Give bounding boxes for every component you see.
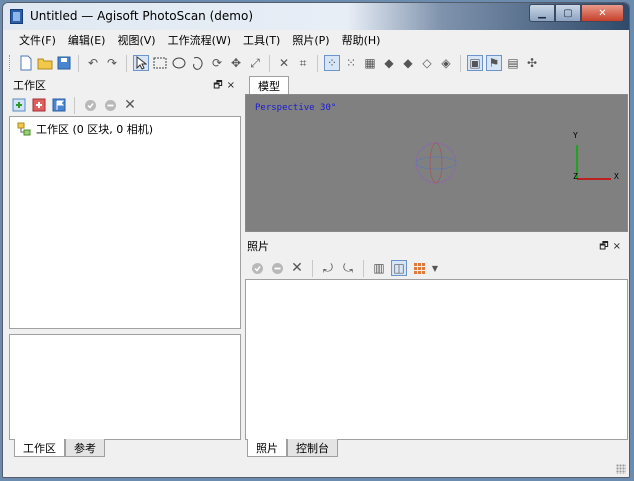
photos-panel-title: 照片: [247, 240, 269, 253]
resize-grip-icon[interactable]: [616, 464, 626, 474]
menu-tools[interactable]: 工具(T): [237, 32, 286, 48]
model-textured-icon[interactable]: ◈: [438, 55, 454, 71]
menu-photos[interactable]: 照片(P): [286, 32, 335, 48]
menu-view[interactable]: 视图(V): [111, 32, 161, 48]
model-wireframe-icon[interactable]: ◇: [419, 55, 435, 71]
photoscan-app-icon: [10, 9, 23, 24]
filter-photos-icon[interactable]: ▥: [371, 260, 387, 276]
axis-x-label: X: [614, 172, 619, 181]
float-panel-icon[interactable]: 🗗: [213, 80, 226, 91]
photos-panel-header: 照片 🗗×: [243, 237, 629, 255]
photos-list[interactable]: [245, 279, 628, 440]
toolbar-separator: [363, 259, 364, 277]
enable-photo-icon[interactable]: [249, 260, 265, 276]
toolbar-grip[interactable]: [9, 55, 12, 71]
tab-console[interactable]: 控制台: [287, 439, 338, 457]
point-cloud-icon[interactable]: ⁘: [324, 55, 340, 71]
toolbar-separator: [317, 54, 318, 72]
show-markers-icon[interactable]: ⚑: [486, 55, 502, 71]
view-mode-icon[interactable]: [411, 260, 427, 276]
disable-icon[interactable]: [102, 97, 118, 113]
navigation-cursor-icon[interactable]: [133, 55, 149, 71]
close-button[interactable]: ✕: [581, 4, 624, 22]
dense-cloud-classes-icon[interactable]: ▦: [362, 55, 378, 71]
scale-object-icon[interactable]: ⤢: [247, 55, 263, 71]
model-viewport[interactable]: Perspective 30° Y X Z: [245, 94, 628, 232]
trackball-icon: [415, 142, 457, 184]
delete-selection-icon[interactable]: ✕: [276, 55, 292, 71]
maximize-button[interactable]: ▢: [555, 4, 581, 22]
toolbar-separator: [460, 54, 461, 72]
new-file-icon[interactable]: [18, 55, 34, 71]
photos-panel-controls: 🗗×: [599, 239, 625, 256]
dropdown-arrow-icon[interactable]: ▼: [431, 260, 439, 276]
menu-workflow[interactable]: 工作流程(W): [162, 32, 237, 48]
workspace-secondary-pane: [9, 334, 241, 440]
toolbar-separator: [74, 96, 75, 114]
open-folder-icon[interactable]: [37, 55, 53, 71]
toolbar-separator: [78, 54, 79, 72]
enable-icon[interactable]: [82, 97, 98, 113]
photos-toolbar: ✕ ⤾ ⤿ ▥ ◫ ▼: [249, 258, 439, 278]
tab-reference[interactable]: 参考: [65, 439, 105, 457]
rectangle-selection-icon[interactable]: [152, 55, 168, 71]
menu-file[interactable]: 文件(F): [13, 32, 62, 48]
show-masks-icon[interactable]: ◫: [391, 260, 407, 276]
workspace-tree: 工作区 (0 区块, 0 相机): [9, 116, 241, 329]
circle-selection-icon[interactable]: [171, 55, 187, 71]
show-cameras-icon[interactable]: ▣: [467, 55, 483, 71]
add-markers-icon[interactable]: [51, 97, 67, 113]
tab-photos[interactable]: 照片: [247, 439, 287, 457]
workspace-tree-icon: [16, 121, 32, 137]
workspace-panel-controls: 🗗×: [213, 78, 239, 95]
app-window: Untitled — Agisoft PhotoScan (demo) ▁ ▢ …: [2, 2, 630, 478]
model-solid-icon[interactable]: ◆: [400, 55, 416, 71]
redo-icon[interactable]: ↷: [104, 55, 120, 71]
workspace-panel-header: 工作区 🗗×: [9, 76, 243, 94]
tab-workspace[interactable]: 工作区: [14, 439, 65, 457]
axis-z-label: Z: [573, 172, 578, 181]
float-panel-icon[interactable]: 🗗: [599, 241, 612, 252]
toolbar-separator: [269, 54, 270, 72]
rotate-right-icon[interactable]: ⤾: [320, 260, 336, 276]
remove-photo-icon[interactable]: ✕: [289, 260, 305, 276]
toolbar-separator: [126, 54, 127, 72]
tree-item-workspace[interactable]: 工作区 (0 区块, 0 相机): [16, 121, 153, 137]
disable-photo-icon[interactable]: [269, 260, 285, 276]
window-title: Untitled — Agisoft PhotoScan (demo): [30, 9, 253, 23]
reset-view-icon[interactable]: ✣: [524, 55, 540, 71]
rotate-left-icon[interactable]: ⤿: [340, 260, 356, 276]
show-region-icon[interactable]: ▤: [505, 55, 521, 71]
rotate-object-icon[interactable]: ⟳: [209, 55, 225, 71]
add-chunk-icon[interactable]: [11, 97, 27, 113]
remove-icon[interactable]: ✕: [122, 97, 138, 113]
window-controls: ▁ ▢ ✕: [529, 4, 624, 22]
menu-bar: 文件(F) 编辑(E) 视图(V) 工作流程(W) 工具(T) 照片(P) 帮助…: [3, 30, 629, 50]
undo-icon[interactable]: ↶: [85, 55, 101, 71]
menu-edit[interactable]: 编辑(E): [62, 32, 112, 48]
status-bar: [3, 457, 629, 477]
photos-tabs: 照片 控制台: [247, 439, 338, 457]
close-panel-icon[interactable]: ×: [613, 241, 625, 252]
title-bar[interactable]: Untitled — Agisoft PhotoScan (demo) ▁ ▢ …: [3, 3, 629, 30]
workspace-tabs: 工作区 参考: [14, 439, 105, 457]
workspace-panel-title: 工作区: [13, 79, 46, 92]
workspace-toolbar: ✕: [11, 95, 138, 115]
dense-cloud-icon[interactable]: ⁙: [343, 55, 359, 71]
tab-model[interactable]: 模型: [249, 76, 289, 94]
move-object-icon[interactable]: ✥: [228, 55, 244, 71]
toolbar-separator: [312, 259, 313, 277]
add-photos-icon[interactable]: [31, 97, 47, 113]
axis-y-label: Y: [573, 131, 578, 140]
model-trackball-gizmo: [415, 142, 611, 184]
crop-selection-icon[interactable]: ⌗: [295, 55, 311, 71]
main-toolbar: ↶ ↷ ⟳ ✥ ⤢ ✕ ⌗ ⁘ ⁙ ▦ ◆ ◆ ◇ ◈ ▣ ⚑ ▤ ✣: [3, 51, 629, 75]
save-icon[interactable]: [56, 55, 72, 71]
free-form-selection-icon[interactable]: [190, 55, 206, 71]
menu-help[interactable]: 帮助(H): [336, 32, 387, 48]
workspace-tree-label: 工作区 (0 区块, 0 相机): [36, 123, 154, 136]
close-panel-icon[interactable]: ×: [227, 80, 239, 91]
minimize-button[interactable]: ▁: [529, 4, 555, 22]
model-shaded-icon[interactable]: ◆: [381, 55, 397, 71]
